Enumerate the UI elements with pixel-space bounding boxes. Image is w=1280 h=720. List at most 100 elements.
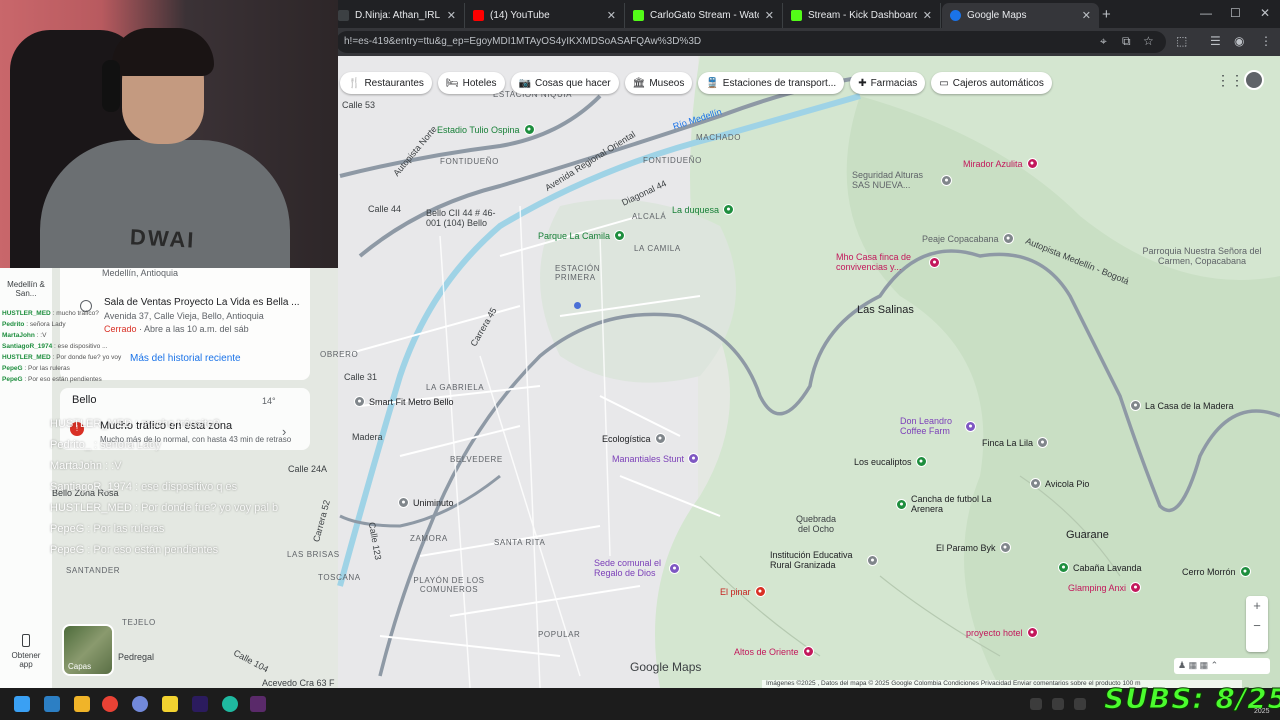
poi-marker[interactable]: Ecologística ● [602, 433, 666, 444]
poi-marker[interactable]: proyecto hotel ● [966, 627, 1038, 638]
map-label: LA CAMILA [634, 244, 681, 253]
tab-google-maps[interactable]: Google Maps ✕ [942, 3, 1099, 28]
tab-youtube[interactable]: (14) YouTube ✕ [465, 3, 625, 28]
poi-marker[interactable]: Don Leandro Coffee Farm ● [900, 416, 976, 436]
poi-marker[interactable]: Sede comunal el Regalo de Dios ● [594, 558, 680, 578]
layers-label: Capas [68, 662, 92, 671]
poi-label: Cerro Morrón [1182, 566, 1236, 577]
install-icon[interactable]: ⧉ [1122, 34, 1131, 49]
close-icon[interactable]: ✕ [1082, 9, 1091, 22]
pharmacy-icon: ✚ [858, 77, 867, 89]
park-icon: ● [915, 456, 927, 467]
farm-icon: ● [1037, 437, 1049, 448]
chat-overlay: HUSTLER_MED : mucho tránsito? Pedrito_ :… [50, 414, 335, 561]
nav-saved-location[interactable]: Medellín & San... [4, 280, 48, 298]
poi-marker[interactable]: ● Uniminuto [398, 497, 454, 508]
task-view-icon[interactable] [44, 696, 60, 712]
chip-atms[interactable]: ▭ Cajeros automáticos [931, 72, 1052, 94]
poi-marker[interactable]: Peaje Copacabana ● [922, 233, 1014, 244]
file-explorer-icon[interactable] [74, 696, 90, 712]
discord-icon[interactable] [132, 696, 148, 712]
poi-marker[interactable]: Seguridad Alturas SAS NUEVA... ● [852, 170, 952, 190]
close-icon[interactable]: ✕ [923, 9, 932, 22]
profile-icon[interactable]: ◉ [1234, 34, 1244, 48]
poi-marker[interactable]: Parque La Camila ● [538, 230, 626, 241]
poi-label: La duquesa [672, 204, 720, 215]
poi-marker[interactable]: Los eucaliptos ● [854, 456, 927, 467]
chat-message: Pedrito : señora Lady [2, 321, 66, 328]
map-label: ZAMORA [410, 534, 448, 543]
extensions-icon[interactable]: ⬚ [1176, 34, 1187, 48]
close-icon[interactable]: ✕ [765, 9, 774, 22]
new-tab-icon[interactable]: + [1102, 6, 1111, 23]
address-bar[interactable]: h!=es-419&entry=ttu&g_ep=EgoyMDI1MTAyOS4… [336, 31, 1166, 53]
kick-icon [633, 10, 644, 21]
layers-button[interactable]: Capas [62, 624, 114, 676]
poi-marker[interactable]: ● Cancha de futbol La Arenera [896, 494, 992, 514]
street-view-pegman[interactable]: ♟ ▦ ▦ ⌃ [1174, 658, 1270, 674]
poi-marker[interactable]: ● Smart Fit Metro Bello [354, 396, 454, 407]
map-label: PLAYÓN DE LOS COMUNEROS [413, 576, 485, 594]
zoom-in-button[interactable]: + [1246, 596, 1268, 616]
chip-restaurants[interactable]: 🍴 Restaurantes [340, 72, 432, 94]
poi-marker[interactable]: La duquesa ● [672, 204, 735, 215]
poi-marker[interactable]: Parroquia Nuestra Señora del Carmen, Cop… [1132, 246, 1272, 266]
menu-icon[interactable]: ⋮ [1260, 34, 1272, 48]
poi-marker[interactable]: Mirador Azulita ● [963, 158, 1038, 169]
maximize-icon[interactable]: ☐ [1230, 6, 1241, 20]
poi-label: Mirador Azulita [963, 158, 1023, 169]
tray-icon[interactable] [1030, 698, 1042, 710]
poi-marker[interactable]: Institución Educativa Rural Granizada ● [770, 550, 878, 570]
poi-marker[interactable]: ● La Casa de la Madera [1130, 400, 1234, 411]
chip-transit[interactable]: 🚆 Estaciones de transport... [698, 72, 845, 94]
tray-icon[interactable] [1074, 698, 1086, 710]
chrome-icon[interactable] [102, 696, 118, 712]
poi-label: Los eucaliptos [854, 456, 912, 467]
poi-marker[interactable]: Estadio Tulio Ospina ● [437, 124, 535, 135]
chip-hotels[interactable]: 🛏 Hoteles [437, 72, 505, 94]
poi-marker[interactable]: Cerro Morrón ● [1182, 566, 1251, 577]
location-icon[interactable]: ⌖ [1100, 34, 1107, 49]
window-close-icon[interactable]: ✕ [1260, 6, 1270, 20]
map-label: BELVEDERE [450, 455, 503, 464]
history-prev-item[interactable]: Medellín, Antioquia [102, 268, 178, 278]
chip-museums[interactable]: 🏛 Museos [624, 72, 693, 94]
poi-marker[interactable]: Glamping Anxi ● [1068, 582, 1142, 593]
windows-start-icon[interactable] [14, 696, 30, 712]
notes-icon[interactable] [162, 696, 178, 712]
app-icon[interactable] [222, 696, 238, 712]
premiere-icon[interactable] [192, 696, 208, 712]
chip-things-to-do[interactable]: 📷 Cosas que hacer [510, 72, 619, 94]
poi-marker[interactable]: ● Cabaña Lavanda [1058, 562, 1142, 573]
poi-marker[interactable]: Altos de Oriente ● [734, 646, 814, 657]
chip-pharmacies[interactable]: ✚ Farmacias [850, 72, 926, 94]
app-icon[interactable] [250, 696, 266, 712]
school-icon: ● [867, 554, 878, 566]
tab-kick-watch[interactable]: CarloGato Stream - Watch Live ✕ [625, 3, 783, 28]
tab-athan[interactable]: D.Ninja: Athan_IRL ✕ [330, 3, 465, 28]
train-icon: 🚆 [706, 77, 719, 89]
poi-marker[interactable]: Manantiales Stunt ● [612, 453, 700, 464]
reading-list-icon[interactable]: ☰ [1210, 34, 1221, 48]
history-place-name[interactable]: Sala de Ventas Proyecto La Vida es Bella… [104, 297, 304, 308]
minimize-icon[interactable]: — [1200, 6, 1212, 20]
poi-marker[interactable]: ● Avicola Pio [1030, 478, 1089, 489]
poi-marker[interactable]: El pinar ● [720, 586, 766, 597]
hoodie-print: DWAI [129, 224, 197, 253]
phone-icon [22, 634, 30, 647]
chat-message: HUSTLER_MED : Por donde fue? yo voy pal … [50, 502, 279, 514]
close-icon[interactable]: ✕ [447, 9, 456, 22]
poi-marker[interactable]: Finca La Lila ● [982, 437, 1049, 448]
get-app-button[interactable]: Obtener app [4, 634, 48, 669]
poi-marker[interactable]: Mho Casa finca de convivencias y... ● [836, 252, 940, 272]
community-icon: ● [669, 562, 680, 574]
tray-icon[interactable] [1052, 698, 1064, 710]
close-icon[interactable]: ✕ [607, 9, 616, 22]
peak-icon: ● [1239, 566, 1251, 577]
poi-marker[interactable]: El Paramo Byk ● [936, 542, 1011, 553]
tab-kick-dashboard[interactable]: Stream - Kick Dashboard ✕ [783, 3, 941, 28]
zoom-out-button[interactable]: − [1246, 616, 1268, 636]
bookmark-star-icon[interactable]: ☆ [1143, 34, 1154, 48]
town-label: Las Salinas [857, 304, 914, 316]
avatar[interactable] [1244, 70, 1264, 90]
